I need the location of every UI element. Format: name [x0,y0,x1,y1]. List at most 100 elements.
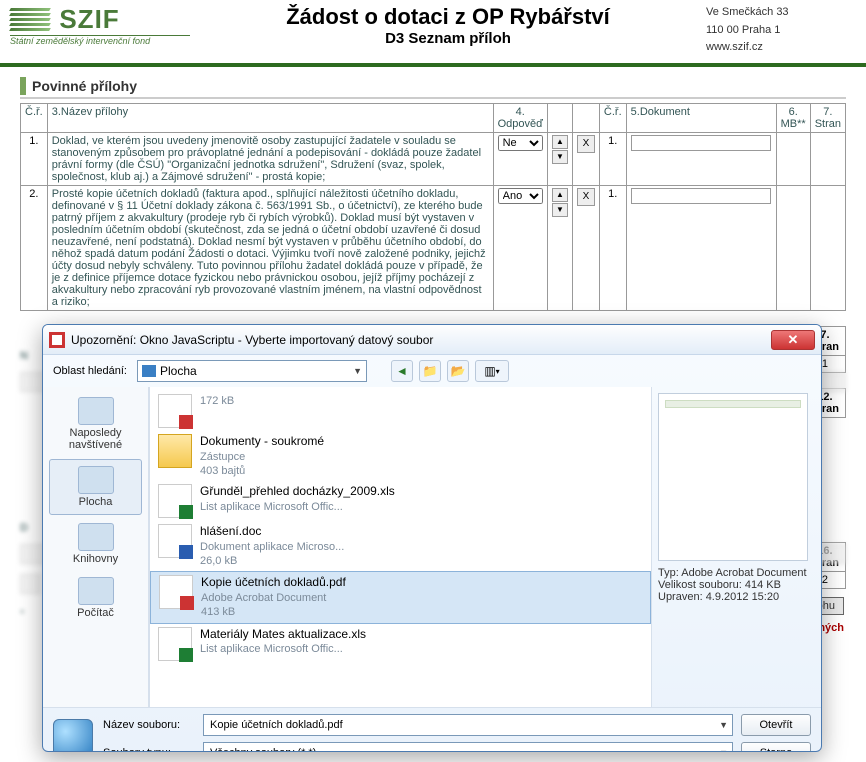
logo-area: SZIF Státní zemědělský intervenční fond [10,4,190,57]
table-row: 2.Prosté kopie účetních dokladů (faktura… [21,185,846,310]
place-icon [78,523,114,551]
file-meta: 172 kB [200,394,234,408]
file-name: Kopie účetních dokladů.pdf [201,575,346,591]
col-del [572,103,599,132]
spin-up-button[interactable]: ▲ [552,135,568,149]
doc-cell [626,185,776,310]
file-list[interactable]: 172 kB Dokumenty - soukroméZástupce403 ba… [149,387,651,707]
section-heading: Povinné přílohy [20,77,866,95]
place-label: Knihovny [45,553,146,565]
preview-pane: Typ: Adobe Acrobat Document Velikost sou… [651,387,821,707]
col-mb: 6.MB** [776,103,810,132]
place-icon [78,577,114,605]
file-desc: Dokument aplikace Microso...26,0 kB [200,540,344,569]
org-full: Státní zemědělský intervenční fond [10,35,190,46]
place-label: Plocha [52,496,139,508]
file-name: Materiály Mates aktualizace.xls [200,627,366,643]
file-open-dialog: Upozornění: Okno JavaScriptu - Vyberte i… [42,324,822,752]
spin-down-button[interactable]: ▼ [552,150,568,164]
filetype-combo[interactable]: Všechny soubory (*.*) ▼ [203,742,733,752]
places-item[interactable]: Naposledy navštívené [43,391,148,457]
back-button[interactable]: ◄ [391,360,413,382]
doc-num: 1. [599,132,626,185]
delete-row-button[interactable]: X [577,188,595,206]
xls-icon [158,484,192,518]
view-menu-button[interactable]: ▥ ▾ [475,360,509,382]
org-abbr: SZIF [59,4,119,34]
network-icon[interactable] [53,719,93,752]
page-title: Žádost o dotaci z OP Rybářství [190,4,706,30]
logo-stripes-icon [10,8,50,33]
file-item[interactable]: Dokumenty - soukroméZástupce403 bajtů [150,431,651,481]
row-text: Doklad, ve kterém jsou uvedeny jmenovitě… [47,132,493,185]
file-meta: hlášení.docDokument aplikace Microso...2… [200,524,344,568]
filename-label: Název souboru: [103,719,195,731]
dialog-body: Naposledy navštívené Plocha Knihovny Počíta… [43,387,821,707]
preview-thumbnail [658,393,808,561]
pages-cell [810,185,845,310]
dialog-bottom: Název souboru: Kopie účetních dokladů.pd… [43,707,821,752]
document-input[interactable] [631,188,771,204]
del-cell: X [572,185,599,310]
cancel-button[interactable]: Storno [741,742,811,752]
dialog-titlebar[interactable]: Upozornění: Okno JavaScriptu - Vyberte i… [43,325,821,355]
open-button[interactable]: Otevřít [741,714,811,736]
file-item[interactable]: Kopie účetních dokladů.pdfAdobe Acrobat … [150,571,651,623]
filename-field[interactable]: Kopie účetních dokladů.pdf ▼ [203,714,733,736]
preview-size: Velikost souboru: 414 KB [658,579,815,591]
answer-cell: Ano [493,185,547,310]
file-name: Gřunděl_přehled docházky_2009.xls [200,484,395,500]
spin-cell: ▲▼ [547,185,572,310]
col-spin [547,103,572,132]
spin-cell: ▲▼ [547,132,572,185]
file-meta: Materiály Mates aktualizace.xlsList apli… [200,627,366,657]
places-item[interactable]: Plocha [49,459,142,515]
dialog-toolbar: Oblast hledání: Plocha ▼ ◄ 📁 📂 ▥ ▾ [43,355,821,387]
file-name: Dokumenty - soukromé [200,434,324,450]
spin-up-button[interactable]: ▲ [552,188,568,202]
place-label: Počítač [45,607,146,619]
section-title: Povinné přílohy [32,78,137,94]
answer-select[interactable]: Ne [498,135,543,151]
folder-icon [158,434,192,468]
file-item[interactable]: hlášení.docDokument aplikace Microso...2… [150,521,651,571]
document-input[interactable] [631,135,771,151]
preview-type: Typ: Adobe Acrobat Document [658,567,815,579]
close-button[interactable]: ✕ [771,330,815,350]
filetype-value: Všechny soubory (*.*) [210,747,316,752]
mb-cell [776,132,810,185]
col-doc: 5.Dokument [626,103,776,132]
lookin-value: Plocha [160,364,197,378]
row-num: 2. [21,185,48,310]
xls-icon [158,627,192,661]
preview-modified: Upraven: 4.9.2012 15:20 [658,591,815,603]
pdf-app-icon [49,332,65,348]
spin-down-button[interactable]: ▼ [552,203,568,217]
file-item[interactable]: Gřunděl_přehled docházky_2009.xlsList ap… [150,481,651,521]
places-item[interactable]: Knihovny [43,517,148,571]
answer-select[interactable]: Ano [498,188,543,204]
lookin-combo[interactable]: Plocha ▼ [137,360,367,382]
col-answer: 4.Odpověď [493,103,547,132]
delete-row-button[interactable]: X [577,135,595,153]
col-pages: 7.Stran [810,103,845,132]
file-item[interactable]: 172 kB [150,391,651,431]
app-header: SZIF Státní zemědělský intervenční fond … [0,0,866,57]
pages-cell [810,132,845,185]
table-row: 1.Doklad, ve kterém jsou uvedeny jmenovi… [21,132,846,185]
place-icon [78,466,114,494]
file-desc: Zástupce403 bajtů [200,450,324,479]
dialog-title: Upozornění: Okno JavaScriptu - Vyberte i… [71,333,771,347]
new-folder-button[interactable]: 📂 [447,360,469,382]
row-num: 1. [21,132,48,185]
address-block: Ve Smečkách 33 110 00 Praha 1 www.szif.c… [706,4,856,57]
answer-cell: Ne [493,132,547,185]
address-line-1: Ve Smečkách 33 [706,4,856,22]
mb-cell [776,185,810,310]
up-button[interactable]: 📁 [419,360,441,382]
desktop-icon [142,365,156,377]
file-item[interactable]: Materiály Mates aktualizace.xlsList apli… [150,624,651,664]
pdf-icon [158,394,192,428]
places-item[interactable]: Počítač [43,571,148,625]
website: www.szif.cz [706,39,856,57]
